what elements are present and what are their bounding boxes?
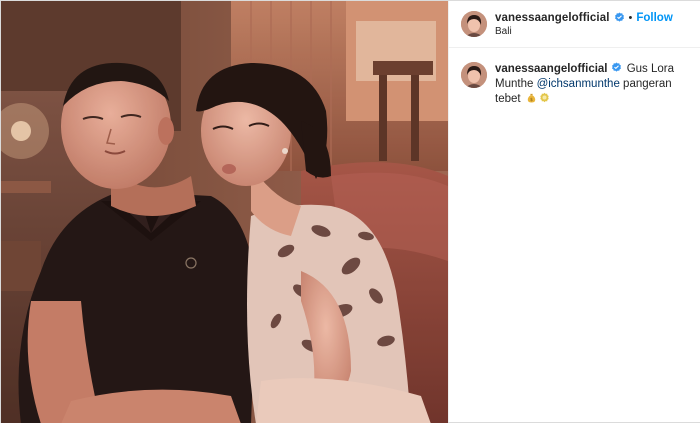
gear-badge-emoji-icon [540, 92, 549, 103]
instagram-post: vanessaangelofficial • Follow Bali vanes… [0, 0, 700, 423]
photo-illustration [1, 1, 448, 423]
mention-link[interactable]: @ichsanmunthe [537, 78, 620, 90]
caption-avatar-image [461, 62, 487, 88]
post-side-panel: vanessaangelofficial • Follow Bali vanes… [448, 1, 700, 422]
svg-text:$: $ [530, 97, 533, 103]
caption-avatar[interactable] [461, 62, 487, 88]
verified-badge-icon [614, 12, 624, 22]
avatar[interactable] [461, 11, 487, 37]
separator-dot: • [628, 11, 633, 24]
post-header: vanessaangelofficial • Follow Bali [449, 1, 700, 48]
caption-text: vanessaangelofficial Gus Lora Munthe @ic… [495, 62, 695, 107]
header-text: vanessaangelofficial • Follow Bali [495, 11, 673, 38]
verified-badge-icon [611, 62, 621, 72]
location-link[interactable]: Bali [495, 26, 673, 38]
caption: vanessaangelofficial Gus Lora Munthe @ic… [449, 48, 700, 107]
header-line: vanessaangelofficial • Follow [495, 11, 673, 25]
post-photo[interactable] [1, 1, 448, 423]
username-link[interactable]: vanessaangelofficial [495, 11, 610, 25]
caption-username-link[interactable]: vanessaangelofficial [495, 63, 608, 75]
avatar-image [461, 11, 487, 37]
follow-button[interactable]: Follow [636, 11, 672, 25]
money-bag-emoji-icon: $ [527, 93, 536, 103]
